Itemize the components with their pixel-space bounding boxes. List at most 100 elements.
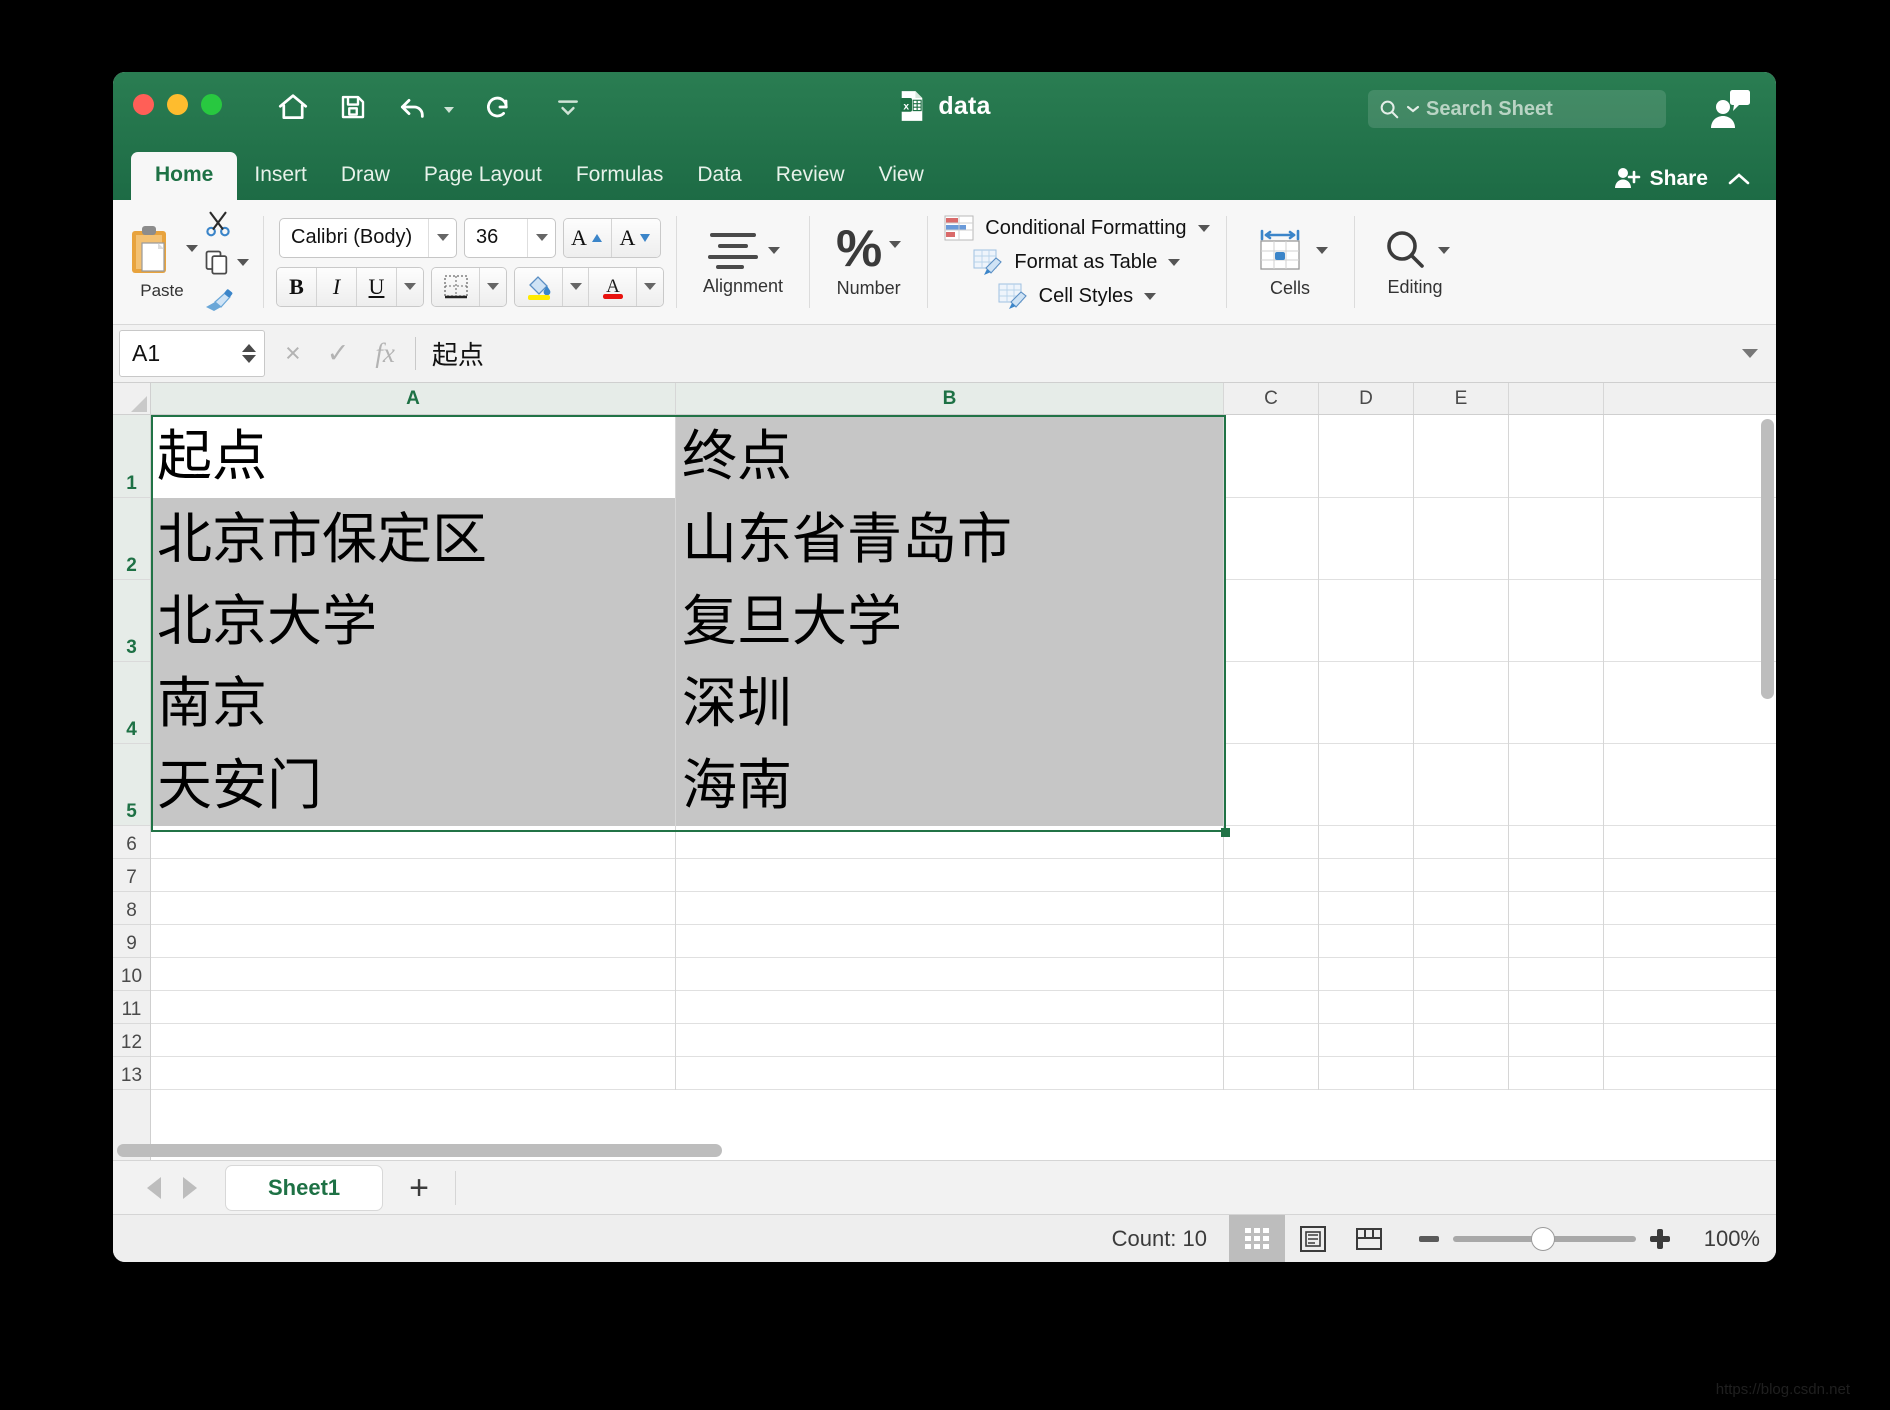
- cell-E3[interactable]: [1414, 580, 1509, 662]
- font-color-dropdown-icon[interactable]: [637, 268, 663, 306]
- cell-A9[interactable]: [151, 925, 676, 958]
- cell-E4[interactable]: [1414, 662, 1509, 744]
- save-icon[interactable]: [333, 86, 373, 128]
- cell-C9[interactable]: [1224, 925, 1319, 958]
- cell-B7[interactable]: [676, 859, 1224, 892]
- cell-B5[interactable]: 海南: [676, 744, 1224, 826]
- cell-E6[interactable]: [1414, 826, 1509, 859]
- cell-C8[interactable]: [1224, 892, 1319, 925]
- zoom-out-button[interactable]: [1419, 1236, 1439, 1242]
- cell-E11[interactable]: [1414, 991, 1509, 1024]
- zoom-slider[interactable]: [1453, 1236, 1636, 1242]
- cell-A13[interactable]: [151, 1057, 676, 1090]
- expand-formula-bar-icon[interactable]: [1724, 325, 1776, 382]
- close-window-button[interactable]: [133, 94, 154, 115]
- cell-D12[interactable]: [1319, 1024, 1414, 1057]
- cell-D3[interactable]: [1319, 580, 1414, 662]
- row-header-12[interactable]: 12: [113, 1024, 150, 1057]
- page-layout-view-button[interactable]: [1285, 1215, 1341, 1263]
- cell-E13[interactable]: [1414, 1057, 1509, 1090]
- cell-C4[interactable]: [1224, 662, 1319, 744]
- borders-button[interactable]: [432, 268, 480, 306]
- cell-B12[interactable]: [676, 1024, 1224, 1057]
- conditional-formatting-button[interactable]: Conditional Formatting: [944, 214, 1209, 242]
- cell-x1[interactable]: [1509, 415, 1604, 498]
- sheet-tab-sheet1[interactable]: Sheet1: [225, 1165, 383, 1211]
- cell-E7[interactable]: [1414, 859, 1509, 892]
- cell-A12[interactable]: [151, 1024, 676, 1057]
- cell-B6[interactable]: [676, 826, 1224, 859]
- cell-C10[interactable]: [1224, 958, 1319, 991]
- cell-D1[interactable]: [1319, 415, 1414, 498]
- zoom-slider-handle[interactable]: [1531, 1227, 1555, 1251]
- cell-x12[interactable]: [1509, 1024, 1604, 1057]
- cut-button[interactable]: [203, 206, 233, 242]
- cell-A7[interactable]: [151, 859, 676, 892]
- normal-view-button[interactable]: [1229, 1215, 1285, 1263]
- increase-font-size-button[interactable]: A: [564, 219, 612, 257]
- tab-draw[interactable]: Draw: [324, 152, 407, 200]
- editing-button[interactable]: Editing: [1369, 226, 1462, 298]
- home-icon[interactable]: [273, 86, 313, 128]
- cell-E10[interactable]: [1414, 958, 1509, 991]
- cell-B8[interactable]: [676, 892, 1224, 925]
- undo-dropdown-icon[interactable]: [444, 107, 454, 113]
- row-header-7[interactable]: 7: [113, 859, 150, 892]
- number-format-button[interactable]: % Number: [824, 225, 913, 298]
- collapse-ribbon-icon[interactable]: [1726, 168, 1752, 191]
- cell-A2[interactable]: 北京市保定区: [151, 498, 676, 580]
- undo-icon[interactable]: [393, 86, 433, 128]
- paste-dropdown-icon[interactable]: [186, 245, 198, 252]
- cell-C7[interactable]: [1224, 859, 1319, 892]
- cell-A8[interactable]: [151, 892, 676, 925]
- vertical-scrollbar[interactable]: [1761, 419, 1774, 1138]
- cell-C11[interactable]: [1224, 991, 1319, 1024]
- cell-x6[interactable]: [1509, 826, 1604, 859]
- next-sheet-icon[interactable]: [183, 1177, 197, 1199]
- cell-x11[interactable]: [1509, 991, 1604, 1024]
- conditional-formatting-dropdown-icon[interactable]: [1198, 225, 1210, 232]
- cell-x13[interactable]: [1509, 1057, 1604, 1090]
- page-break-view-button[interactable]: [1341, 1215, 1397, 1263]
- row-header-9[interactable]: 9: [113, 925, 150, 958]
- cell-C3[interactable]: [1224, 580, 1319, 662]
- borders-dropdown-icon[interactable]: [480, 268, 506, 306]
- cell-B1[interactable]: 终点: [676, 415, 1224, 498]
- cell-B2[interactable]: 山东省青岛市: [676, 498, 1224, 580]
- cell-E8[interactable]: [1414, 892, 1509, 925]
- maximize-window-button[interactable]: [201, 94, 222, 115]
- column-header-d[interactable]: D: [1319, 383, 1414, 414]
- format-painter-button[interactable]: [203, 282, 235, 318]
- format-as-table-dropdown-icon[interactable]: [1168, 259, 1180, 266]
- cell-A10[interactable]: [151, 958, 676, 991]
- underline-button[interactable]: U: [357, 268, 397, 306]
- formula-input[interactable]: 起点: [416, 325, 1724, 382]
- font-size-select[interactable]: 36: [464, 218, 556, 258]
- row-header-4[interactable]: 4: [113, 662, 150, 744]
- cell-x5[interactable]: [1509, 744, 1604, 826]
- cell-A4[interactable]: 南京: [151, 662, 676, 744]
- tab-page-layout[interactable]: Page Layout: [407, 152, 559, 200]
- cell-B4[interactable]: 深圳: [676, 662, 1224, 744]
- name-box-stepper[interactable]: [242, 344, 256, 363]
- cell-x2[interactable]: [1509, 498, 1604, 580]
- cell-x10[interactable]: [1509, 958, 1604, 991]
- name-box[interactable]: A1: [119, 330, 265, 377]
- zoom-in-button[interactable]: [1650, 1229, 1670, 1249]
- decrease-font-size-button[interactable]: A: [612, 219, 660, 257]
- row-header-5[interactable]: 5: [113, 744, 150, 826]
- font-name-dropdown-icon[interactable]: [428, 219, 456, 257]
- cell-styles-dropdown-icon[interactable]: [1144, 293, 1156, 300]
- minimize-window-button[interactable]: [167, 94, 188, 115]
- bold-button[interactable]: B: [277, 268, 317, 306]
- fill-color-dropdown-icon[interactable]: [563, 268, 589, 306]
- cell-A3[interactable]: 北京大学: [151, 580, 676, 662]
- cell-B9[interactable]: [676, 925, 1224, 958]
- cell-D4[interactable]: [1319, 662, 1414, 744]
- cell-A6[interactable]: [151, 826, 676, 859]
- alignment-dropdown-icon[interactable]: [768, 247, 780, 254]
- font-color-button[interactable]: A: [589, 268, 637, 306]
- cell-D6[interactable]: [1319, 826, 1414, 859]
- format-as-table-button[interactable]: Format as Table: [973, 248, 1180, 276]
- cell-x7[interactable]: [1509, 859, 1604, 892]
